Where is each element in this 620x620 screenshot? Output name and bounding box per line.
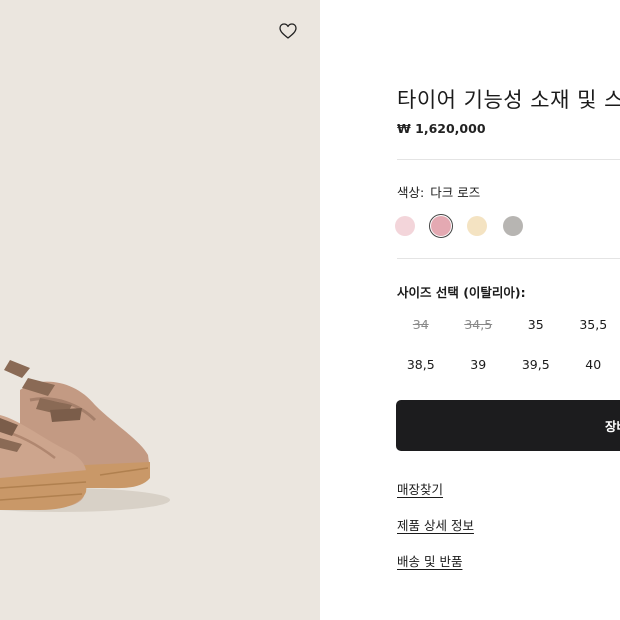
divider [397,159,620,160]
product-info-panel: 타이어 기능성 소재 및 스 ₩ 1,620,000 색상: 다크 로즈 사이즈 … [320,0,620,620]
product-image-panel [0,0,320,620]
divider [397,258,620,259]
color-swatch-grey[interactable] [501,214,525,238]
add-to-cart-label: 장바 [605,419,620,434]
swatch-dot [503,216,523,236]
product-page: 타이어 기능성 소재 및 스 ₩ 1,620,000 색상: 다크 로즈 사이즈 … [0,0,620,620]
size-option[interactable]: 40 [565,352,620,378]
size-option[interactable]: 35,5 [565,312,620,338]
color-swatch-cream[interactable] [465,214,489,238]
size-option[interactable]: 38,5 [392,352,450,378]
product-image[interactable] [0,0,320,620]
size-option[interactable]: 39 [450,352,508,378]
color-label: 색상: 다크 로즈 [397,182,480,201]
add-to-cart-button[interactable]: 장바 [396,400,620,451]
size-option[interactable]: 34 [392,312,450,338]
swatch-dot [395,216,415,236]
shipping-returns-link[interactable]: 배송 및 반품 [397,551,462,570]
size-option[interactable]: 34,5 [450,312,508,338]
size-grid: 34 34,5 35 35,5 38,5 39 39,5 40 [392,312,620,378]
product-price: ₩ 1,620,000 [397,121,486,136]
swatch-dot [467,216,487,236]
color-swatch-dark-rose[interactable] [429,214,453,238]
size-option[interactable]: 35 [507,312,565,338]
product-details-link[interactable]: 제품 상세 정보 [397,515,474,534]
color-swatch-pale-pink[interactable] [393,214,417,238]
size-label: 사이즈 선택 (이탈리아): [397,285,526,300]
product-title: 타이어 기능성 소재 및 스 [397,88,620,112]
store-finder-link[interactable]: 매장찾기 [397,479,443,498]
size-option[interactable]: 39,5 [507,352,565,378]
heart-icon [279,23,297,39]
wishlist-button[interactable] [276,19,300,43]
selected-color-name: 다크 로즈 [430,185,481,200]
color-swatches [393,214,525,238]
color-label-text: 색상: [397,185,425,200]
swatch-dot [431,216,451,236]
